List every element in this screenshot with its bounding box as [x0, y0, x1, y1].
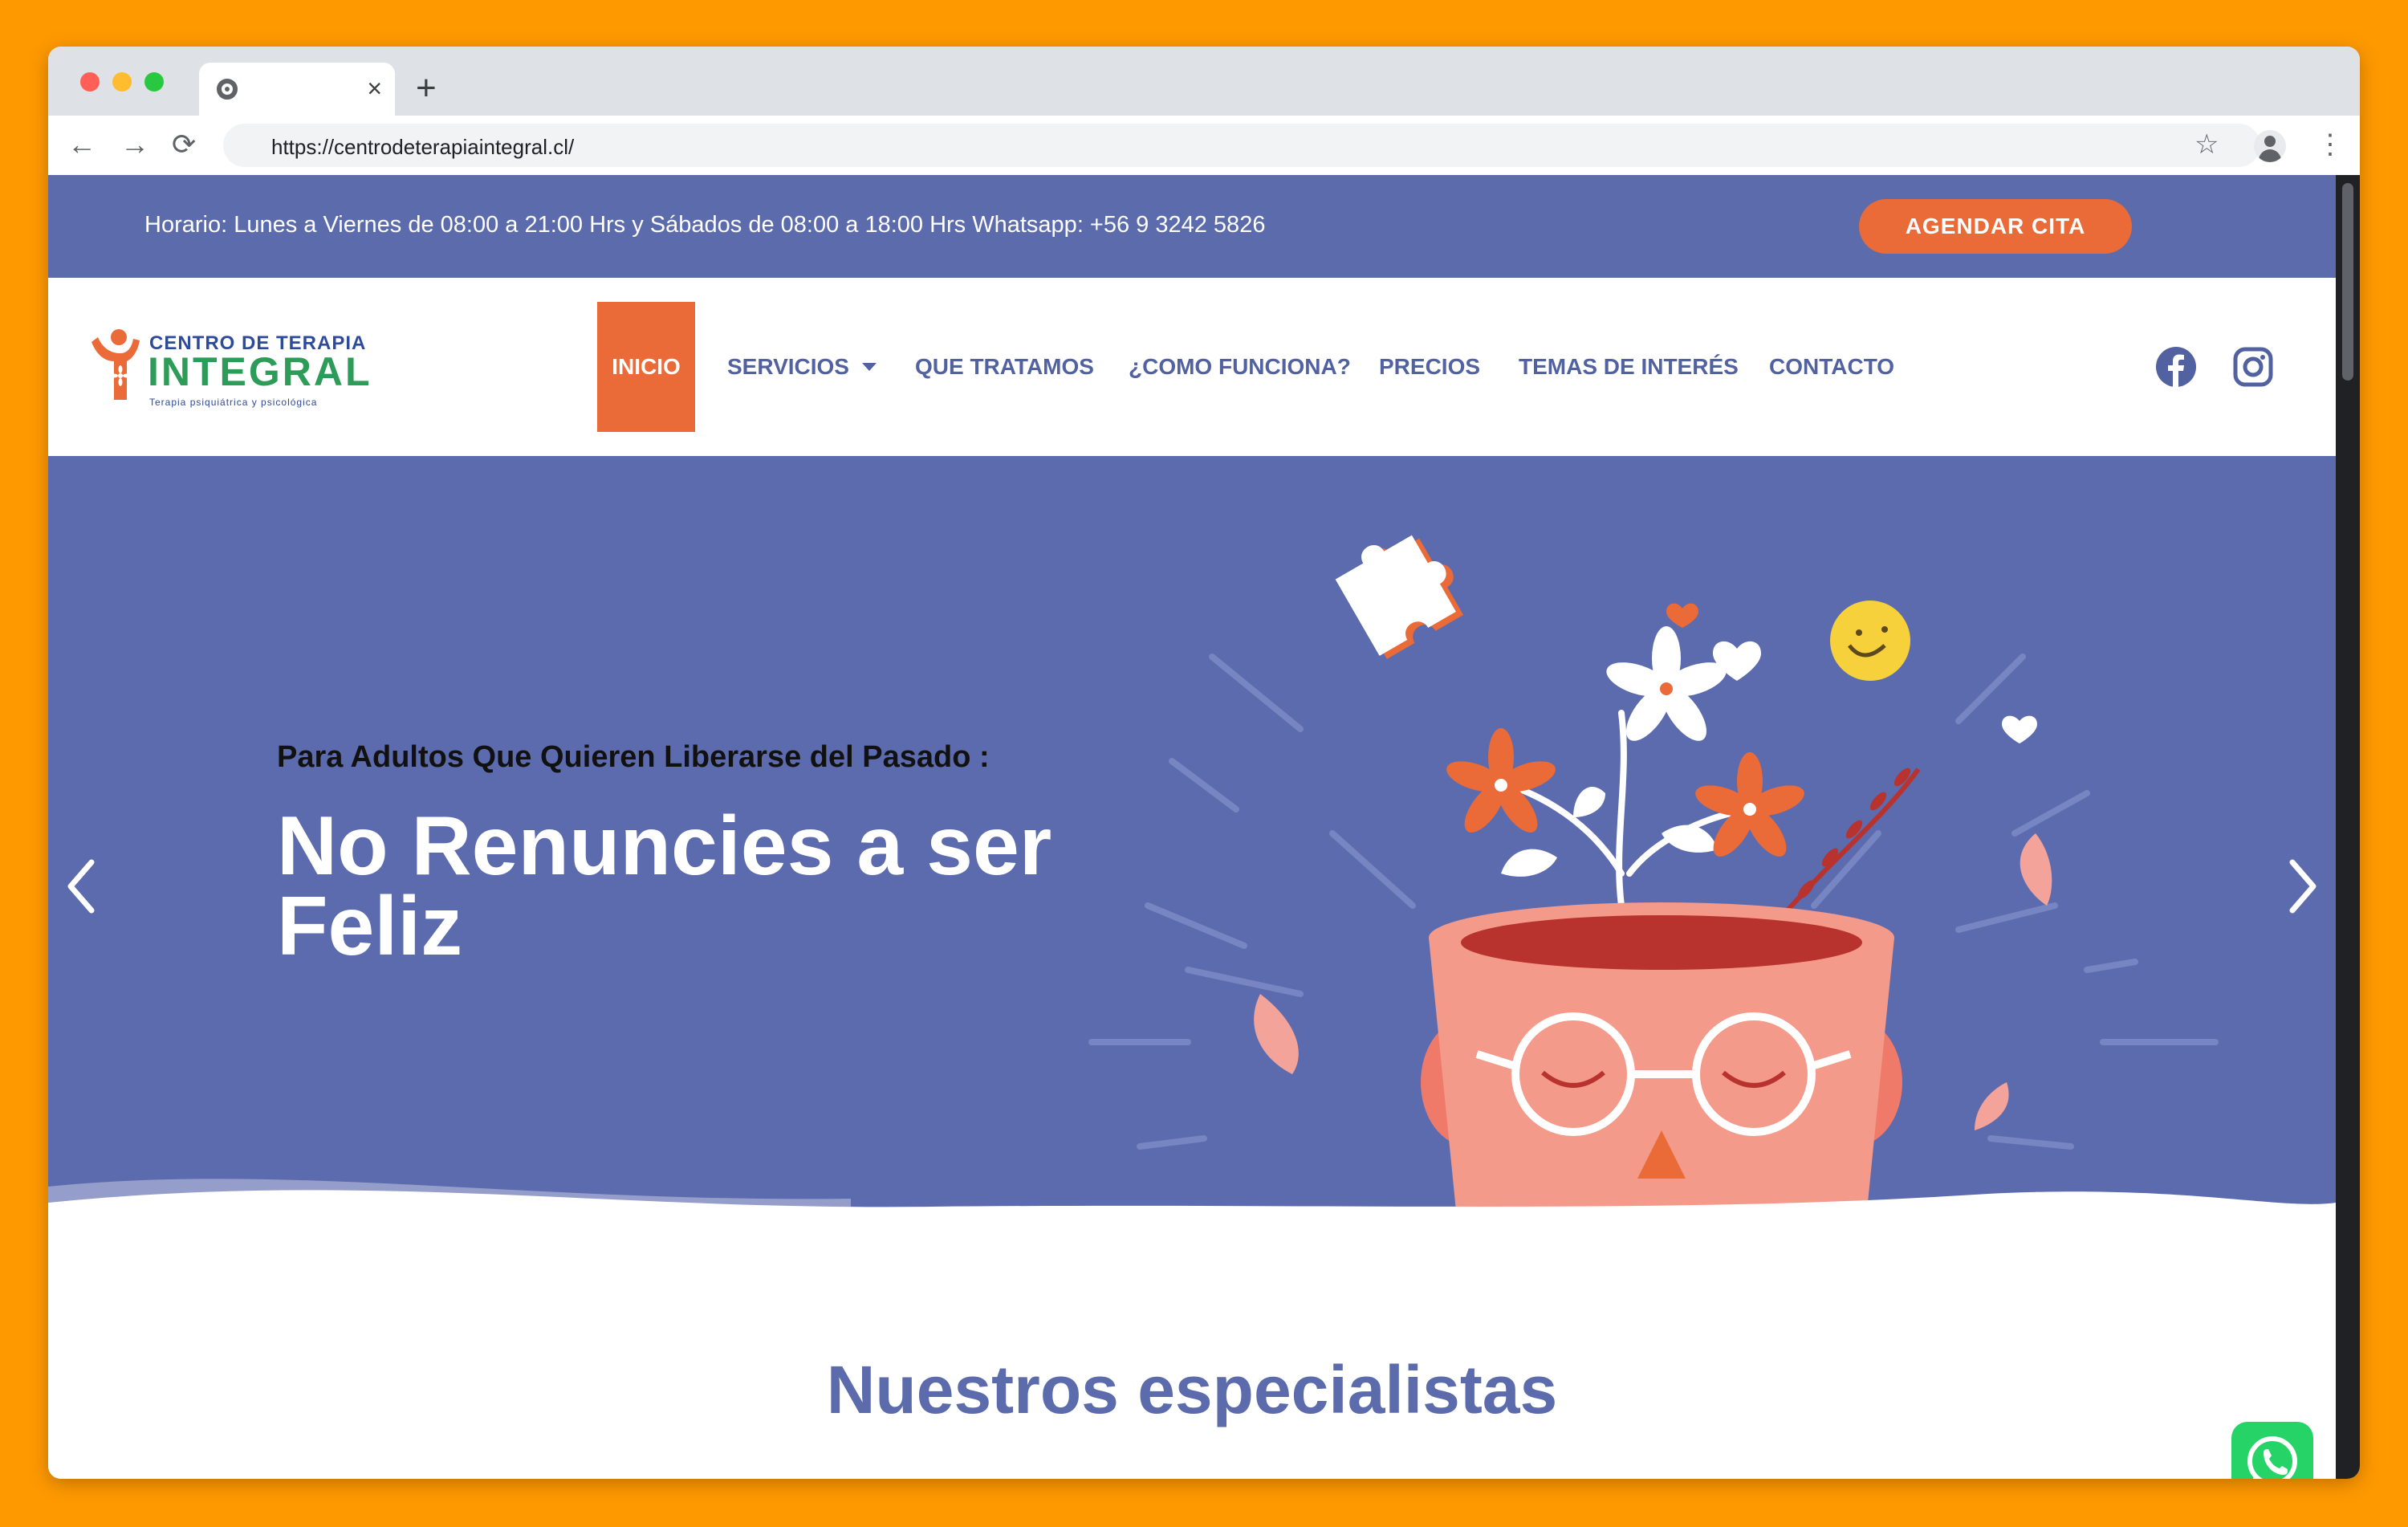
browser-menu-icon[interactable]: ⋮	[2316, 127, 2344, 162]
page-viewport: Horario: Lunes a Viernes de 08:00 a 21:0…	[48, 175, 2336, 1479]
chrome-icon	[217, 79, 238, 100]
hero-title-line: No Renuncies a ser	[277, 800, 1052, 893]
facebook-icon[interactable]	[2154, 345, 2198, 389]
nav-item-label: PRECIOS	[1379, 354, 1481, 379]
browser-tab[interactable]: ×	[199, 63, 395, 116]
reload-icon[interactable]: ⟳	[172, 128, 196, 161]
forward-icon[interactable]: →	[120, 128, 149, 161]
new-tab-button[interactable]: +	[416, 71, 437, 106]
nav-item-label: QUE TRATAMOS	[915, 354, 1094, 379]
hero-title-line: Feliz	[277, 880, 463, 973]
site-logo[interactable]: CENTRO DE TERAPIA INTEGRAL Terapia psiqu…	[87, 326, 370, 408]
hero-title: No Renuncies a ser Feliz	[277, 800, 1052, 973]
page-scrollbar[interactable]	[2336, 175, 2360, 1479]
logo-figure-icon	[92, 329, 140, 400]
whatsapp-button[interactable]	[2231, 1422, 2313, 1479]
whatsapp-icon	[2247, 1436, 2297, 1479]
site-header: CENTRO DE TERAPIA INTEGRAL Terapia psiqu…	[48, 278, 2336, 456]
slider-prev-icon[interactable]	[66, 854, 98, 918]
back-icon[interactable]: ←	[67, 128, 96, 161]
nav-item-precios[interactable]: PRECIOS	[1379, 302, 1480, 432]
tab-close-icon[interactable]: ×	[367, 74, 382, 103]
scrollbar-thumb[interactable]	[2342, 183, 2353, 381]
hero-slider: Para Adultos Que Quieren Liberarse del P…	[48, 456, 2336, 1259]
instagram-icon[interactable]	[2231, 345, 2275, 389]
nav-item-label: CONTACTO	[1769, 354, 1895, 379]
nav-item-servicios[interactable]: SERVICIOS	[727, 302, 877, 432]
slider-next-icon[interactable]	[2286, 854, 2318, 918]
agendar-cita-button[interactable]: AGENDAR CITA	[1859, 199, 2132, 254]
browser-toolbar: ← → ⟳ https://centrodeterapiaintegral.cl…	[48, 116, 2360, 176]
minimize-window-button[interactable]	[112, 72, 132, 92]
url-text: https://centrodeterapiaintegral.cl/	[271, 135, 575, 159]
schedule-info: Horario: Lunes a Viernes de 08:00 a 21:0…	[144, 212, 1266, 238]
chevron-down-icon	[861, 363, 877, 371]
maximize-window-button[interactable]	[144, 72, 164, 92]
close-window-button[interactable]	[80, 72, 100, 92]
nav-item-label: ¿COMO FUNCIONA?	[1129, 354, 1351, 379]
nav-item-label: TEMAS DE INTERÉS	[1519, 354, 1739, 379]
nav-item-como-funciona[interactable]: ¿COMO FUNCIONA?	[1129, 302, 1351, 432]
browser-titlebar: × +	[48, 47, 2360, 116]
bookmark-star-icon[interactable]: ☆	[2194, 127, 2219, 162]
nav-item-temas-de-interes[interactable]: TEMAS DE INTERÉS	[1519, 302, 1739, 432]
address-bar[interactable]: https://centrodeterapiaintegral.cl/	[223, 124, 2260, 167]
nav-item-que-tratamos[interactable]: QUE TRATAMOS	[915, 302, 1094, 432]
nav-item-contacto[interactable]: CONTACTO	[1769, 302, 1894, 432]
nav-item-label: INICIO	[612, 354, 681, 379]
browser-window: × + ← → ⟳ https://centrodeterapiaintegra…	[48, 47, 2360, 1479]
info-bar: Horario: Lunes a Viernes de 08:00 a 21:0…	[48, 175, 2336, 278]
logo-tagline: Terapia psiquiátrica y psicológica	[149, 397, 318, 408]
nav-item-inicio[interactable]: INICIO	[597, 302, 695, 432]
logo-text-main: INTEGRAL	[148, 349, 372, 394]
profile-icon[interactable]	[2254, 130, 2286, 162]
hero-subtitle: Para Adultos Que Quieren Liberarse del P…	[277, 740, 990, 774]
section-title: Nuestros especialistas	[826, 1352, 1558, 1427]
nav-item-label: SERVICIOS	[727, 354, 849, 379]
